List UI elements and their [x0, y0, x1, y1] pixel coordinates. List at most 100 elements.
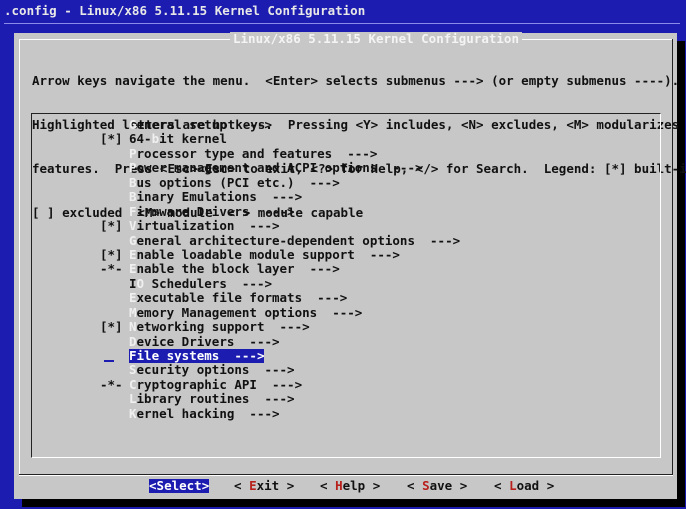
menu-item-text: eneral architecture-dependent options --…: [136, 232, 461, 248]
menu-item-label[interactable]: General setup --->: [129, 117, 272, 132]
menu-item[interactable]: [*] Networking support --->: [32, 319, 660, 335]
menu-item[interactable]: Binary Emulations --->: [32, 189, 660, 205]
menu-item-label[interactable]: Kernel hacking --->: [129, 405, 280, 421]
menu-item-label[interactable]: Virtualization --->: [129, 218, 280, 234]
menu-item-hotkey: V: [129, 218, 137, 234]
menu-item[interactable]: Library routines --->: [32, 392, 660, 406]
menu-item-hotkey: b: [151, 131, 160, 147]
button-bracket: <: [234, 478, 250, 493]
menu-item-text: nable the block layer --->: [136, 261, 340, 277]
button-bracket: >: [452, 478, 468, 493]
menu-item-label[interactable]: Enable loadable module support --->: [129, 246, 400, 262]
button-label: oad: [516, 478, 540, 493]
menu-item-text: rocessor type and features --->: [136, 145, 378, 161]
menu-item-hotkey: P: [129, 145, 137, 161]
dialog-frame: [672, 39, 673, 475]
load-button[interactable]: < Load >: [494, 479, 554, 493]
menu-item[interactable]: General setup --->: [32, 117, 660, 132]
menu-item-hotkey: E: [129, 261, 137, 277]
menu-list: General setup ---> [*] 64-bit kernel Proces…: [32, 117, 660, 421]
menu-item[interactable]: Bus options (PCI etc.) --->: [32, 174, 660, 190]
menu-item-state[interactable]: [*]: [100, 131, 129, 146]
help-button[interactable]: < Help >: [320, 479, 380, 493]
menu-item[interactable]: Device Drivers --->: [32, 333, 660, 349]
menu-item-hotkey: F: [129, 203, 137, 219]
menu-item-text: ernel hacking --->: [136, 405, 280, 421]
menu-item[interactable]: [*] Virtualization --->: [32, 218, 660, 234]
menu-item-state[interactable]: [*]: [100, 218, 129, 233]
menu-item[interactable]: -*- Cryptographic API --->: [32, 376, 660, 392]
menu-box[interactable]: General setup ---> [*] 64-bit kernel Proces…: [31, 113, 661, 458]
menu-item[interactable]: General architecture-dependent options -…: [32, 232, 660, 248]
menu-item-label[interactable]: Memory Management options --->: [129, 304, 362, 320]
button-hotkey: H: [335, 478, 343, 493]
menu-item-hotkey: N: [129, 319, 137, 335]
menu-item-label[interactable]: Device Drivers --->: [129, 333, 280, 349]
menu-item-text: irmware Drivers --->: [136, 203, 295, 219]
button-bracket: <: [149, 478, 157, 493]
menu-item-hotkey: E: [129, 246, 137, 262]
menu-item-text: ile systems --->: [136, 348, 265, 363]
menu-item[interactable]: Executable file formats --->: [32, 291, 660, 305]
menu-item-label[interactable]: Cryptographic API --->: [129, 376, 302, 392]
window-title: .config - Linux/x86 5.11.15 Kernel Confi…: [4, 3, 366, 18]
menu-item-label[interactable]: Networking support --->: [129, 319, 310, 335]
menu-item-text: 64-: [129, 131, 152, 147]
menu-item-label[interactable]: IO Schedulers --->: [129, 276, 272, 291]
menu-item-text: us options (PCI etc.) --->: [136, 174, 340, 190]
menu-item-label[interactable]: Firmware Drivers --->: [129, 203, 295, 219]
select-button[interactable]: <Select>: [149, 478, 210, 493]
menu-item-hotkey: G: [129, 117, 137, 132]
menu-item-text: ower management and ACPI options --->: [136, 160, 423, 176]
menu-item-hotkey: F: [129, 348, 137, 363]
menu-item[interactable]: Kernel hacking --->: [32, 405, 660, 421]
menu-item-state[interactable]: [*]: [100, 247, 129, 262]
menu-item-state[interactable]: -*-: [100, 377, 129, 392]
menu-item-hotkey: B: [129, 189, 137, 205]
menu-item[interactable]: Security options --->: [32, 363, 660, 377]
menu-item-label[interactable]: Bus options (PCI etc.) --->: [129, 174, 340, 190]
button-bracket: <: [407, 478, 423, 493]
menu-item-hotkey: B: [129, 174, 137, 190]
menu-item-label[interactable]: Executable file formats --->: [129, 291, 347, 305]
menu-item-label[interactable]: Enable the block layer --->: [129, 262, 340, 276]
dialog-shadow: [22, 499, 685, 507]
menu-item-label[interactable]: Security options --->: [129, 363, 295, 377]
button-label: elp: [342, 478, 366, 493]
menu-item-text: evice Drivers --->: [136, 333, 280, 349]
button-bracket: >: [539, 478, 555, 493]
save-button[interactable]: < Save >: [407, 479, 467, 493]
menu-item[interactable]: Firmware Drivers --->: [32, 203, 660, 219]
menu-item-label[interactable]: Binary Emulations --->: [129, 189, 302, 205]
dialog-frame: [19, 39, 20, 475]
menu-item-hotkey: E: [129, 290, 137, 306]
button-hotkey: E: [249, 478, 257, 493]
menu-item[interactable]: [*] Enable loadable module support --->: [32, 246, 660, 262]
menu-item-label[interactable]: Processor type and features --->: [129, 145, 378, 161]
menu-item-hotkey: K: [129, 405, 137, 421]
menu-item-state[interactable]: -*-: [100, 261, 129, 276]
button-bracket: >: [365, 478, 381, 493]
exit-button[interactable]: < Exit >: [234, 479, 294, 493]
menu-item-state[interactable]: [*]: [100, 319, 129, 334]
menu-item-label[interactable]: File systems --->: [129, 348, 265, 364]
menu-item-hotkey: P: [129, 160, 137, 176]
menu-item[interactable]: File systems --->: [32, 348, 660, 364]
menu-item-label[interactable]: Library routines --->: [129, 392, 295, 406]
menu-item-text: nable loadable module support --->: [136, 246, 400, 262]
menu-item-hotkey: M: [129, 304, 137, 320]
menu-item[interactable]: [*] 64-bit kernel: [32, 131, 660, 146]
menu-item-label[interactable]: General architecture-dependent options -…: [129, 232, 461, 248]
button-bracket: <: [494, 478, 510, 493]
menu-item-text: it kernel: [159, 131, 227, 147]
menu-item[interactable]: Processor type and features --->: [32, 145, 660, 161]
menu-item-label[interactable]: 64-bit kernel: [129, 132, 227, 146]
menu-item-hotkey: C: [129, 376, 137, 392]
menu-item[interactable]: IO Schedulers --->: [32, 276, 660, 291]
menu-item-label[interactable]: Power management and ACPI options --->: [129, 161, 423, 175]
menu-item[interactable]: -*- Enable the block layer --->: [32, 261, 660, 276]
menu-item[interactable]: Power management and ACPI options --->: [32, 161, 660, 175]
menu-item[interactable]: Memory Management options --->: [32, 304, 660, 320]
button-bracket: <: [320, 478, 336, 493]
menu-item-hotkey: S: [129, 362, 137, 378]
